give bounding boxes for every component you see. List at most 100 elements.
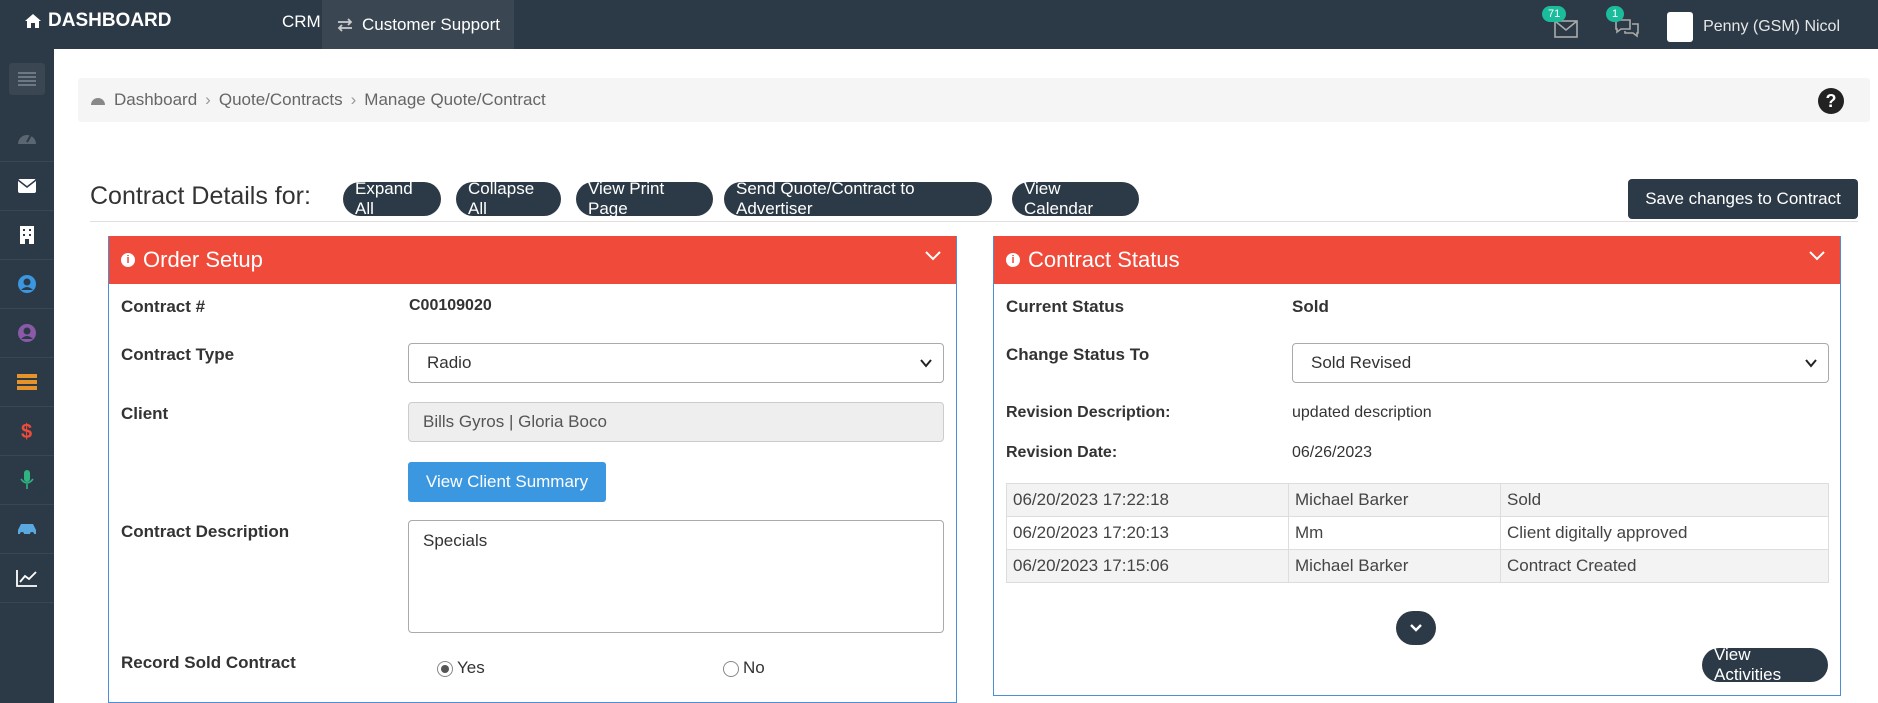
activity-action: Client digitally approved <box>1500 516 1829 550</box>
svg-text:$: $ <box>21 421 32 442</box>
contract-description-label: Contract Description <box>121 522 290 541</box>
current-status-value: Sold <box>1292 297 1329 316</box>
breadcrumb: Dashboard › Quote/Contracts › Manage Quo… <box>78 78 1870 122</box>
view-print-page-button[interactable]: View Print Page <box>576 179 713 218</box>
view-calendar-button[interactable]: View Calendar <box>1012 179 1139 218</box>
brand-label: DASHBOARD <box>48 10 172 31</box>
activity-time: 06/20/2023 17:20:13 <box>1006 516 1289 550</box>
sidebar-item-mail[interactable] <box>0 162 54 211</box>
sidebar-item-reports[interactable] <box>0 554 54 603</box>
sidebar-item-building[interactable] <box>0 211 54 260</box>
collapse-all-button[interactable]: Collapse All <box>456 179 561 218</box>
change-status-value: Sold Revised <box>1311 353 1412 372</box>
current-status-label: Current Status <box>1006 297 1125 316</box>
chevron-down-icon[interactable] <box>924 250 942 262</box>
activity-user: Michael Barker <box>1288 549 1501 583</box>
car-icon <box>18 524 36 536</box>
contract-type-select[interactable]: Radio <box>408 343 944 383</box>
activity-action: Contract Created <box>1500 549 1829 583</box>
save-contract-button[interactable]: Save changes to Contract <box>1628 179 1858 219</box>
nav-crm[interactable]: CRM <box>282 12 321 32</box>
envelope-icon <box>1554 20 1578 38</box>
activity-user: Mm <box>1288 516 1501 550</box>
client-field: Bills Gyros | Gloria Boco <box>408 402 944 442</box>
view-activities-button[interactable]: View Activities <box>1702 645 1828 684</box>
sidebar-item-stack[interactable] <box>0 358 54 407</box>
info-icon: i <box>121 253 135 267</box>
sidebar-item-audio[interactable] <box>0 456 54 505</box>
sidebar-toggle[interactable] <box>0 59 54 99</box>
dashboard-link[interactable]: DASHBOARD <box>24 10 172 32</box>
activity-time: 06/20/2023 17:15:06 <box>1006 549 1289 583</box>
chevron-down-icon <box>1410 624 1422 632</box>
nav-customer-support-label: Customer Support <box>362 14 500 34</box>
revision-description-label: Revision Description: <box>1006 404 1171 421</box>
activity-table: 06/20/2023 17:22:18 Michael Barker Sold … <box>1006 483 1829 583</box>
activity-user: Michael Barker <box>1288 483 1501 517</box>
record-sold-label: Record Sold Contract <box>121 653 296 672</box>
dashboard-icon <box>91 98 105 105</box>
user-menu[interactable]: Penny (GSM) Nicol <box>1667 12 1840 42</box>
contract-description-value: Specials <box>423 531 488 550</box>
chevron-down-icon <box>920 359 932 368</box>
record-sold-no-label: No <box>743 658 765 677</box>
user-name: Penny (GSM) Nicol <box>1703 18 1840 35</box>
view-client-summary-button[interactable]: View Client Summary <box>408 462 606 502</box>
sidebar-item-user[interactable] <box>0 260 54 309</box>
expand-activities-button[interactable] <box>1396 611 1436 645</box>
sidebar: $ <box>0 49 54 703</box>
expand-all-button[interactable]: Expand All <box>343 179 441 218</box>
change-status-select[interactable]: Sold Revised <box>1292 343 1829 383</box>
contract-number-label: Contract # <box>121 297 206 316</box>
chevron-down-icon[interactable] <box>1808 250 1826 262</box>
revision-description-value: updated description <box>1292 404 1432 421</box>
microphone-icon <box>20 470 34 489</box>
sidebar-item-billing[interactable]: $ <box>0 407 54 456</box>
help-icon[interactable]: ? <box>1818 88 1844 114</box>
revision-date-label: Revision Date: <box>1006 444 1118 461</box>
avatar <box>1667 12 1694 42</box>
sidebar-item-user-circle[interactable] <box>0 309 54 358</box>
nav-customer-support[interactable]: Customer Support <box>322 0 514 49</box>
dashboard-icon <box>18 134 36 144</box>
contract-number-value: C00109020 <box>409 297 492 314</box>
divider <box>90 221 1858 222</box>
table-row: 06/20/2023 17:15:06 Michael Barker Contr… <box>1006 549 1829 583</box>
contract-description-textarea[interactable]: Specials <box>408 520 944 633</box>
order-setup-header[interactable]: i Order Setup <box>109 236 956 284</box>
table-row: 06/20/2023 17:22:18 Michael Barker Sold <box>1006 483 1829 517</box>
page-title: Contract Details for: <box>90 182 311 210</box>
contract-status-title: Contract Status <box>1028 247 1180 272</box>
sidebar-item-car[interactable] <box>0 505 54 554</box>
mail-count-badge: 71 <box>1542 6 1567 22</box>
user-circle-icon <box>18 324 36 342</box>
contract-type-value: Radio <box>427 353 472 372</box>
breadcrumb-quote-contracts[interactable]: Quote/Contracts <box>219 90 343 110</box>
record-sold-yes-radio[interactable] <box>437 661 453 677</box>
breadcrumb-separator-icon: › <box>205 90 211 109</box>
breadcrumb-manage-quote: Manage Quote/Contract <box>364 90 546 109</box>
info-icon: i <box>1006 253 1020 267</box>
chevron-down-icon <box>1805 359 1817 368</box>
chat-count-badge: 1 <box>1606 6 1625 22</box>
building-icon <box>20 226 34 244</box>
record-sold-no-radio[interactable] <box>723 661 739 677</box>
top-navbar: DASHBOARD CRM Customer Support 71 1 Penn… <box>0 0 1878 49</box>
activity-action: Sold <box>1500 483 1829 517</box>
contract-type-label: Contract Type <box>121 345 235 364</box>
order-setup-panel: i Order Setup Contract # C00109020 Contr… <box>108 236 957 703</box>
table-row: 06/20/2023 17:20:13 Mm Client digitally … <box>1006 516 1829 550</box>
change-status-label: Change Status To <box>1006 345 1150 364</box>
breadcrumb-separator-icon: › <box>350 90 357 109</box>
menu-icon <box>18 72 36 86</box>
stack-icon <box>17 374 37 390</box>
send-quote-button[interactable]: Send Quote/Contract to Advertiser <box>724 179 992 218</box>
breadcrumb-dashboard[interactable]: Dashboard <box>114 90 197 110</box>
activity-time: 06/20/2023 17:22:18 <box>1006 483 1289 517</box>
sidebar-item-dashboard[interactable] <box>0 113 54 162</box>
dollar-icon: $ <box>21 421 32 442</box>
mail-icon <box>17 179 37 193</box>
contract-status-panel: i Contract Status Current Status Sold Ch… <box>993 236 1841 696</box>
contract-status-header[interactable]: i Contract Status <box>994 236 1840 284</box>
user-icon <box>18 275 36 293</box>
